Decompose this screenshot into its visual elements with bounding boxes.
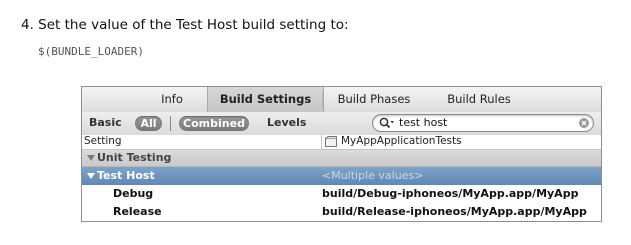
unit-testing-group-header[interactable]: Unit Testing bbox=[82, 150, 601, 167]
config-value[interactable]: build/Debug-iphoneos/MyApp.app/MyApp bbox=[322, 187, 578, 200]
group-title: Unit Testing bbox=[97, 151, 172, 164]
disclosure-triangle-icon[interactable] bbox=[87, 154, 95, 162]
search-field[interactable]: test host bbox=[372, 114, 594, 132]
test-host-setting-row[interactable]: Test Host <Multiple values> bbox=[82, 167, 601, 185]
tab-build-phases[interactable]: Build Phases bbox=[324, 87, 424, 112]
setting-name: Test Host bbox=[97, 169, 155, 182]
disclosure-triangle-icon[interactable] bbox=[87, 172, 95, 180]
tab-build-rules[interactable]: Build Rules bbox=[429, 87, 529, 112]
setting-column-header[interactable]: Setting bbox=[84, 135, 122, 147]
search-icon bbox=[379, 117, 394, 129]
build-settings-panel: Info Build Settings Build Phases Build R… bbox=[81, 86, 602, 222]
target-column-header[interactable]: MyAppApplicationTests bbox=[341, 135, 462, 147]
search-input[interactable]: test host bbox=[399, 116, 447, 129]
release-config-row[interactable]: Release build/Release-iphoneos/MyApp.app… bbox=[82, 204, 601, 221]
column-divider bbox=[321, 135, 322, 149]
combined-view-button[interactable]: Combined bbox=[179, 116, 249, 131]
column-header-row: Setting MyAppApplicationTests bbox=[82, 135, 601, 150]
toolbar-divider bbox=[170, 116, 171, 131]
config-value[interactable]: build/Release-iphoneos/MyApp.app/MyApp bbox=[322, 205, 587, 218]
tab-separator bbox=[322, 91, 323, 108]
tab-bar: Info Build Settings Build Phases Build R… bbox=[82, 87, 601, 113]
instruction-step: 4. Set the value of the Test Host build … bbox=[21, 17, 349, 33]
bundle-loader-code: $(BUNDLE_LOADER) bbox=[38, 45, 144, 58]
all-filter-button[interactable]: All bbox=[135, 116, 162, 131]
clear-search-icon[interactable] bbox=[579, 118, 589, 128]
debug-config-row[interactable]: Debug build/Debug-iphoneos/MyApp.app/MyA… bbox=[82, 186, 601, 203]
config-name: Release bbox=[113, 205, 162, 218]
target-icon bbox=[325, 136, 337, 147]
config-name: Debug bbox=[113, 187, 154, 200]
setting-value[interactable]: <Multiple values> bbox=[322, 169, 423, 182]
settings-toolbar: Basic All Combined Levels test host bbox=[82, 112, 601, 136]
tab-build-settings[interactable]: Build Settings bbox=[207, 87, 324, 112]
levels-view-button[interactable]: Levels bbox=[267, 116, 306, 129]
basic-filter-button[interactable]: Basic bbox=[89, 116, 122, 129]
